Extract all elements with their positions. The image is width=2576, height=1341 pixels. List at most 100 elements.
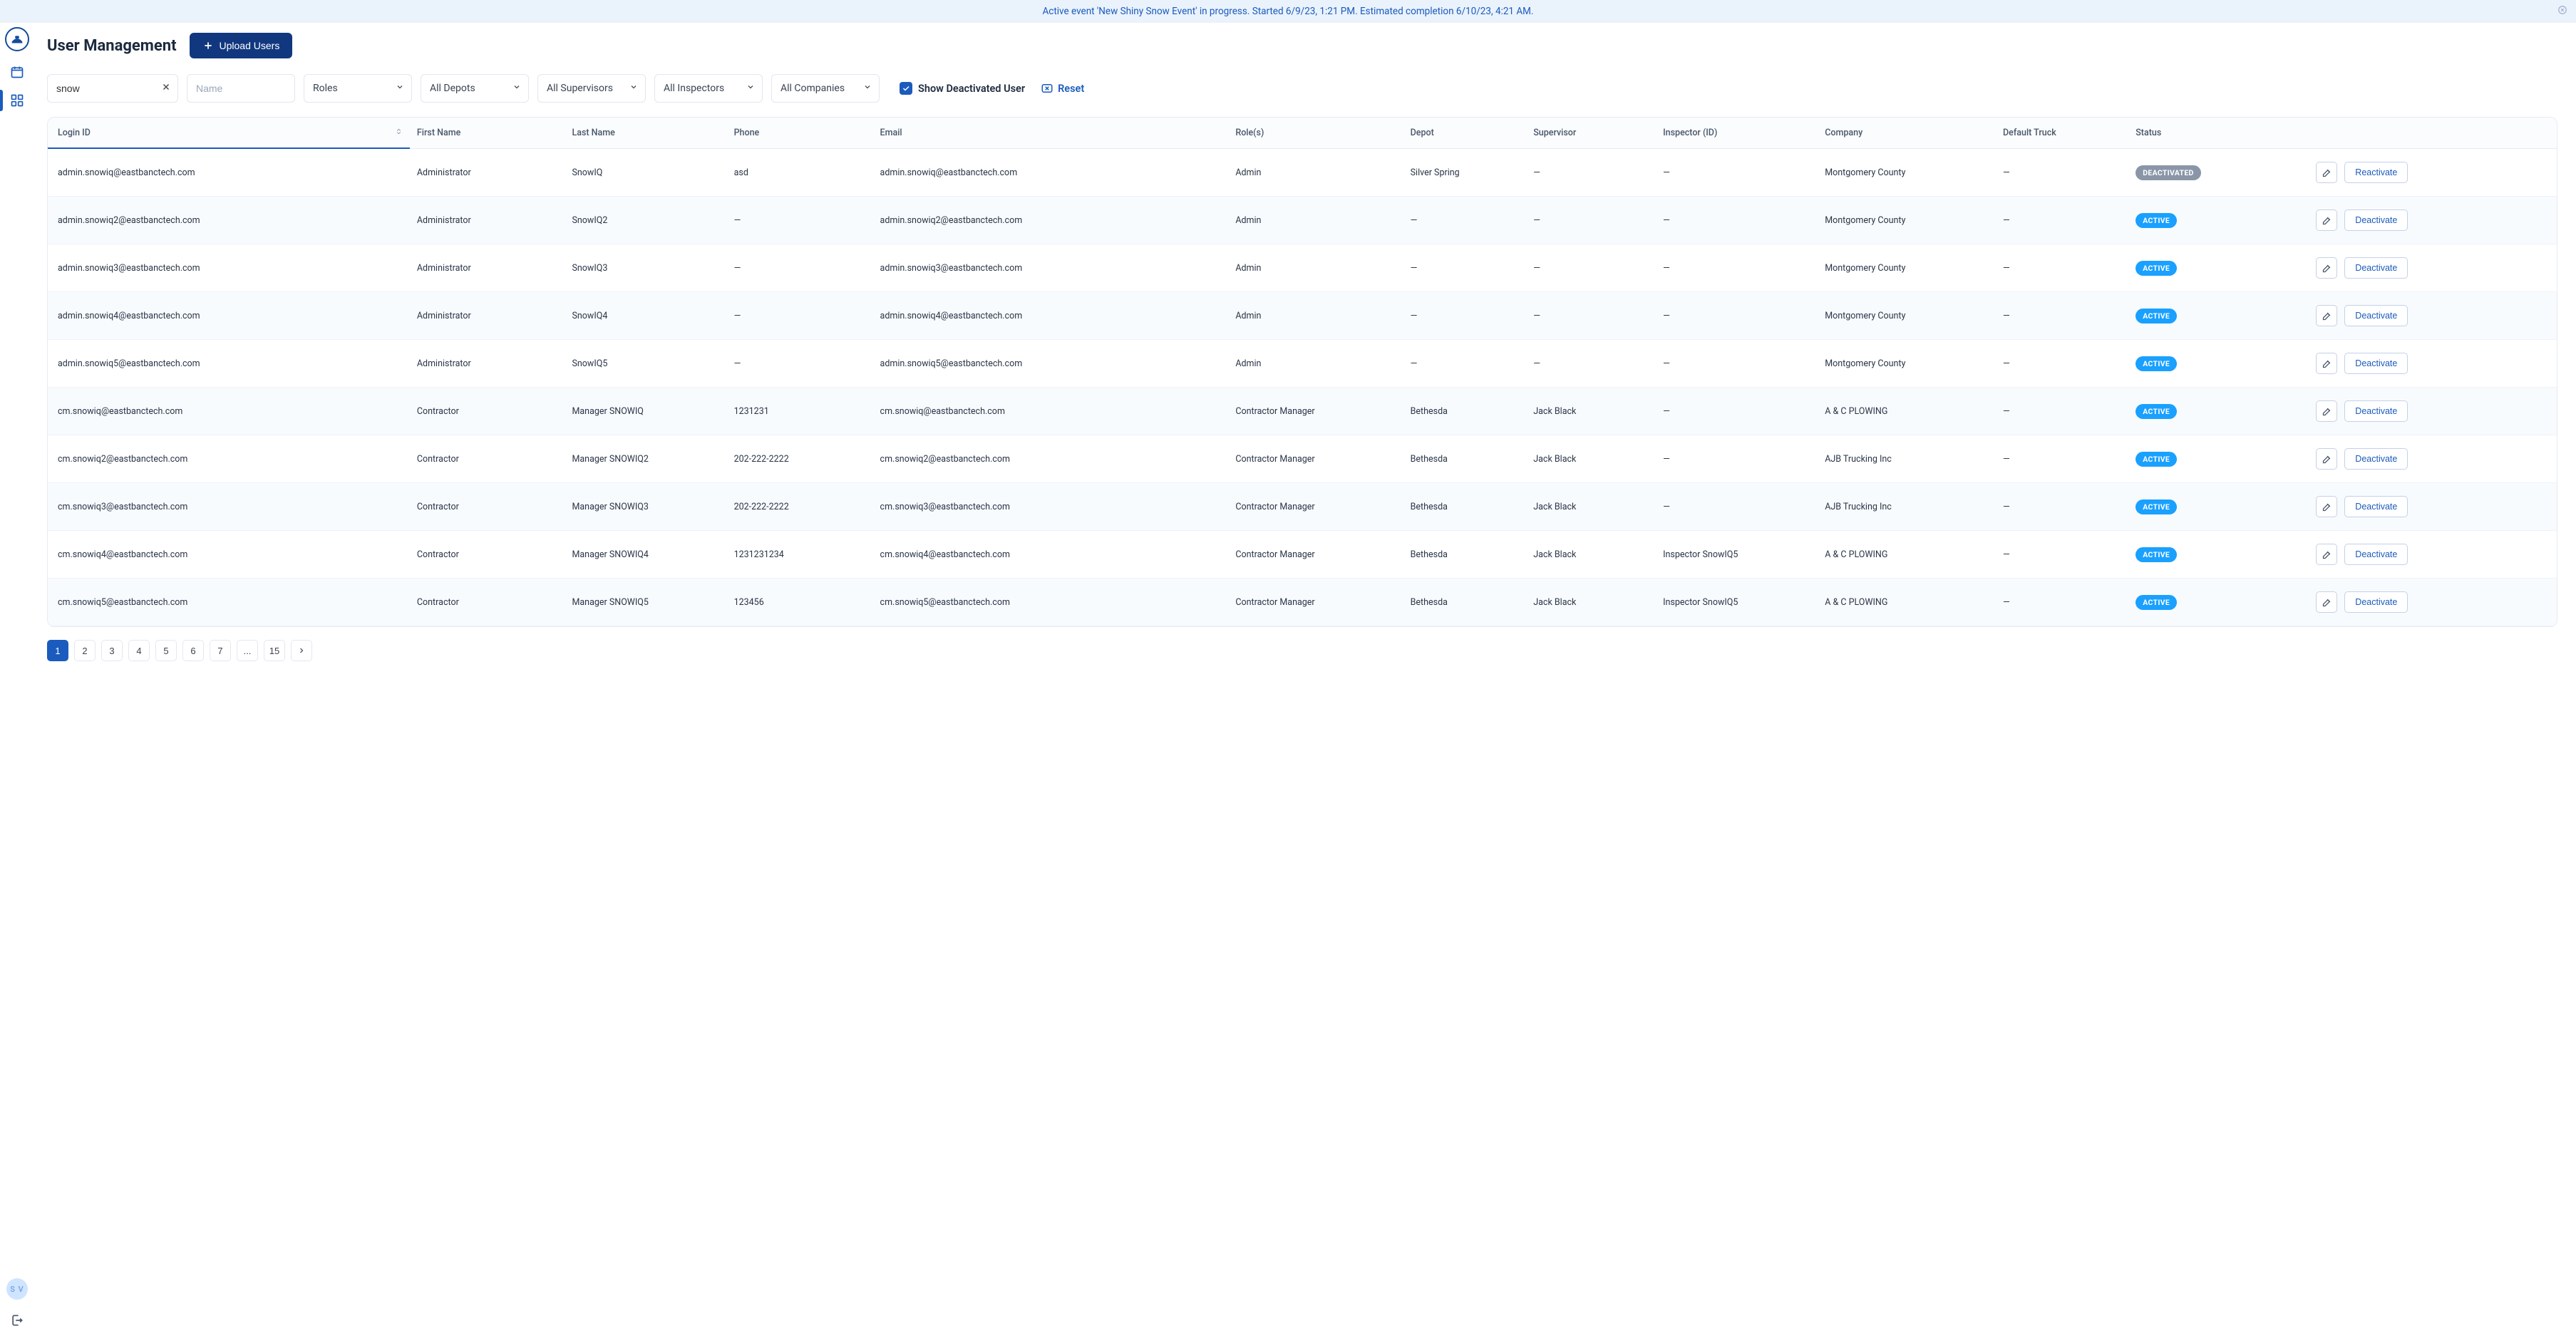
page-button[interactable]: 3 [101,640,123,661]
edit-button[interactable] [2316,591,2337,613]
table-cell: — [1526,149,1656,197]
table-row: admin.snowiq@eastbanctech.comAdministrat… [48,149,2557,197]
table-cell: Jack Black [1526,483,1656,531]
column-header-actions [2309,118,2557,149]
actions-cell: Deactivate [2309,244,2557,292]
table-cell: — [1656,197,1818,244]
edit-button[interactable] [2316,496,2337,517]
page-button[interactable]: 4 [128,640,150,661]
table-row: admin.snowiq2@eastbanctech.comAdministra… [48,197,2557,244]
companies-select[interactable]: All Companies [771,74,880,103]
banner-close-icon[interactable] [2557,5,2567,18]
deactivate-button[interactable]: Deactivate [2344,591,2408,613]
edit-button[interactable] [2316,544,2337,565]
search-input[interactable] [47,74,178,103]
status-cell: ACTIVE [2128,579,2309,626]
status-cell: ACTIVE [2128,531,2309,579]
reset-icon [1041,82,1053,95]
actions-cell: Deactivate [2309,197,2557,244]
page-button[interactable]: 6 [182,640,204,661]
status-cell: ACTIVE [2128,483,2309,531]
column-header[interactable]: Default Truck [1996,118,2128,149]
next-page-button[interactable] [291,640,312,661]
column-header[interactable]: Login ID [48,118,410,149]
depots-select[interactable]: All Depots [421,74,529,103]
table-cell: Bethesda [1403,435,1527,483]
status-cell: ACTIVE [2128,388,2309,435]
supervisors-label: All Supervisors [547,83,613,94]
inspectors-select[interactable]: All Inspectors [654,74,763,103]
deactivate-button[interactable]: Deactivate [2344,544,2408,565]
deactivate-button[interactable]: Deactivate [2344,496,2408,517]
upload-users-button[interactable]: Upload Users [190,33,293,58]
page-title: User Management [47,37,177,55]
edit-button[interactable] [2316,400,2337,422]
table-cell: Manager SNOWIQ5 [565,579,726,626]
column-header[interactable]: Last Name [565,118,726,149]
table-cell: — [1403,197,1527,244]
deactivate-button[interactable]: Deactivate [2344,448,2408,470]
name-input[interactable] [187,74,295,103]
table-cell: Administrator [410,292,565,340]
actions-cell: Deactivate [2309,483,2557,531]
column-header[interactable]: Phone [727,118,873,149]
column-header[interactable]: Inspector (ID) [1656,118,1818,149]
table-cell: cm.snowiq@eastbanctech.com [48,388,410,435]
status-cell: ACTIVE [2128,340,2309,388]
deactivate-button[interactable]: Deactivate [2344,305,2408,326]
table-cell: cm.snowiq2@eastbanctech.com [48,435,410,483]
edit-button[interactable] [2316,353,2337,374]
table-cell: — [1656,483,1818,531]
edit-button[interactable] [2316,448,2337,470]
calendar-icon[interactable] [9,64,25,80]
table-cell: asd [727,149,873,197]
sort-icon[interactable] [395,128,403,138]
edit-button[interactable] [2316,162,2337,183]
table-cell: Silver Spring [1403,149,1527,197]
page-button[interactable]: 5 [155,640,177,661]
column-header[interactable]: Company [1818,118,1996,149]
page-button[interactable]: 15 [264,640,285,661]
table-cell: — [1526,244,1656,292]
column-header[interactable]: Depot [1403,118,1527,149]
column-header[interactable]: Role(s) [1228,118,1403,149]
page-button[interactable]: 7 [210,640,231,661]
deactivate-button[interactable]: Deactivate [2344,353,2408,374]
column-header[interactable]: Supervisor [1526,118,1656,149]
column-header[interactable]: Email [873,118,1229,149]
show-deactivated-checkbox[interactable] [900,82,912,95]
deactivate-button[interactable]: Deactivate [2344,400,2408,422]
deactivate-button[interactable]: Deactivate [2344,209,2408,231]
table-row: cm.snowiq3@eastbanctech.comContractorMan… [48,483,2557,531]
roles-select[interactable]: Roles [304,74,412,103]
deactivate-button[interactable]: Deactivate [2344,257,2408,279]
status-cell: ACTIVE [2128,244,2309,292]
table-cell: SnowIQ2 [565,197,726,244]
column-header[interactable]: First Name [410,118,565,149]
page-button[interactable]: 2 [74,640,96,661]
reactivate-button[interactable]: Reactivate [2344,162,2408,183]
edit-button[interactable] [2316,305,2337,326]
column-header[interactable]: Status [2128,118,2309,149]
logout-icon[interactable] [9,1312,25,1328]
dashboard-icon[interactable] [9,93,25,108]
edit-button[interactable] [2316,257,2337,279]
supervisors-select[interactable]: All Supervisors [537,74,646,103]
status-badge: DEACTIVATED [2135,165,2200,180]
actions-cell: Deactivate [2309,531,2557,579]
avatar[interactable]: S V [6,1278,28,1300]
reset-button[interactable]: Reset [1041,82,1084,95]
avatar-initials: S V [10,1285,24,1294]
actions-cell: Deactivate [2309,340,2557,388]
page-button[interactable]: 1 [47,640,68,661]
table-cell: cm.snowiq4@eastbanctech.com [873,531,1229,579]
table-cell: SnowIQ4 [565,292,726,340]
table-row: cm.snowiq4@eastbanctech.comContractorMan… [48,531,2557,579]
clear-search-icon[interactable] [161,82,171,95]
table-cell: — [1996,531,2128,579]
table-cell: Contractor Manager [1228,579,1403,626]
edit-button[interactable] [2316,209,2337,231]
table-cell: Administrator [410,340,565,388]
table-cell: Manager SNOWIQ4 [565,531,726,579]
table-cell: Manager SNOWIQ [565,388,726,435]
